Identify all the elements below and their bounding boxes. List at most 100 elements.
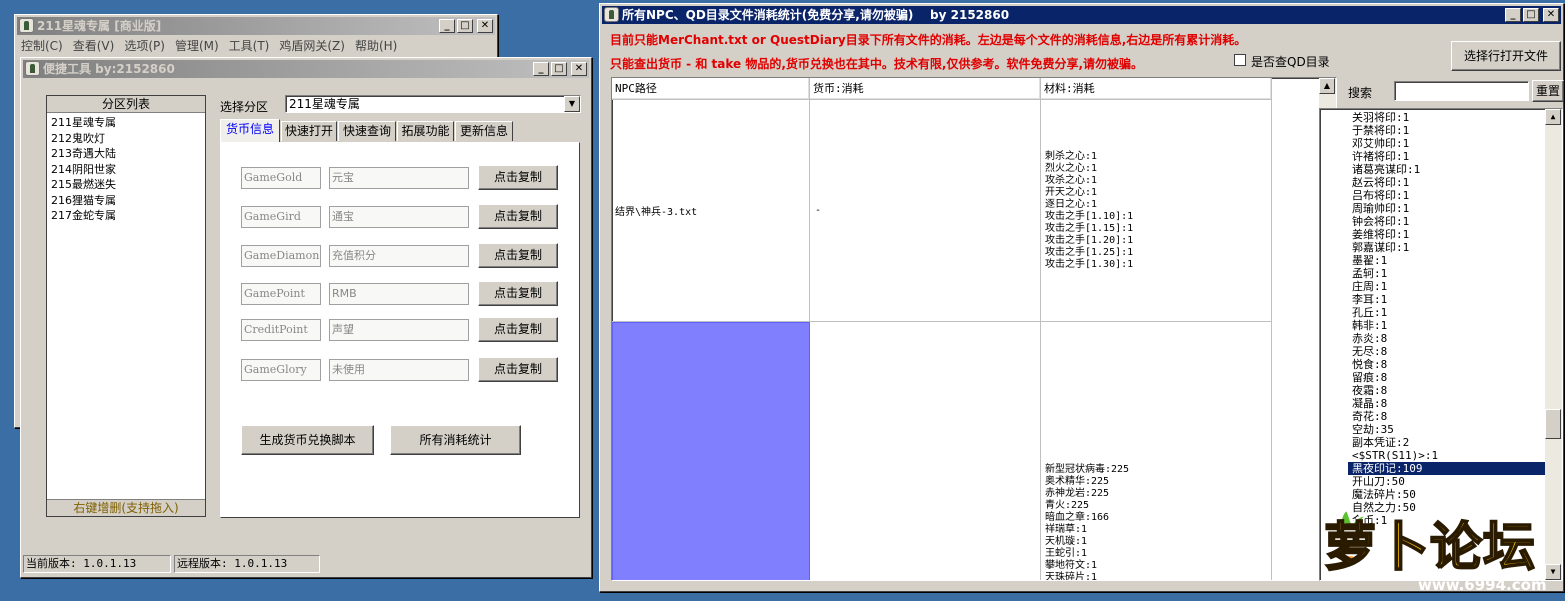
column-header[interactable]: NPC路径: [612, 78, 810, 100]
list-item[interactable]: 诸葛亮谋印:1: [1348, 163, 1546, 176]
list-item[interactable]: 悦食:8: [1348, 358, 1546, 371]
copy-button[interactable]: 点击复制: [478, 281, 558, 306]
currency-field-name[interactable]: 通宝: [329, 206, 469, 228]
open-file-button[interactable]: 选择行打开文件: [1451, 41, 1561, 71]
tab-quick-open[interactable]: 快速打开: [281, 121, 337, 141]
menu-tools[interactable]: 工具(T): [229, 37, 270, 55]
tab-updates[interactable]: 更新信息: [455, 121, 513, 141]
copy-button[interactable]: 点击复制: [478, 357, 558, 382]
partition-select[interactable]: 211星魂专属 ▼: [285, 95, 581, 113]
list-item[interactable]: 韩非:1: [1348, 319, 1546, 332]
currency-field-code[interactable]: GameDiamond: [241, 245, 321, 267]
menu-gateway[interactable]: 鸡盾网关(Z): [279, 37, 345, 55]
list-item[interactable]: 留痕:8: [1348, 371, 1546, 384]
list-item[interactable]: 关羽将印:1: [1348, 111, 1546, 124]
list-item[interactable]: 郭嘉谋印:1: [1348, 241, 1546, 254]
copy-button[interactable]: 点击复制: [478, 165, 558, 190]
minimize-button[interactable]: _: [439, 19, 455, 33]
table-cell-materials[interactable]: 刺杀之心:1 烈火之心:1 攻杀之心:1 开天之心:1 逐日之心:1 攻击之手[…: [1041, 100, 1272, 322]
list-item[interactable]: 孟轲:1: [1348, 267, 1546, 280]
list-item[interactable]: 211星魂专属: [47, 115, 205, 131]
list-item[interactable]: 赤炎:8: [1348, 332, 1546, 345]
list-item[interactable]: 无尽:8: [1348, 345, 1546, 358]
currency-field-code[interactable]: GameGird: [241, 206, 321, 228]
tool-window-titlebar[interactable]: 便捷工具 by:2152860 _ □ ✕: [23, 60, 589, 78]
list-item[interactable]: 216狸猫专属: [47, 193, 205, 209]
currency-field-name[interactable]: RMB: [329, 283, 469, 305]
list-item[interactable]: 夜霜:8: [1348, 384, 1546, 397]
list-item[interactable]: 215最燃迷失: [47, 177, 205, 193]
list-item[interactable]: 墨翟:1: [1348, 254, 1546, 267]
list-item-selected[interactable]: 黑夜印记:109: [1348, 462, 1546, 475]
close-button[interactable]: ✕: [1543, 8, 1559, 22]
list-item[interactable]: 钟会将印:1: [1348, 215, 1546, 228]
menu-options[interactable]: 选项(P): [124, 37, 165, 55]
currency-field-name[interactable]: 充值积分: [329, 245, 469, 267]
currency-field-code[interactable]: GameGlory: [241, 359, 321, 381]
currency-field-name[interactable]: 未使用: [329, 359, 469, 381]
currency-field-code[interactable]: GameGold: [241, 167, 321, 189]
table-cell-materials[interactable]: 新型冠状病毒:225 奥术精华:225 赤神龙岩:225 青火:225 暗血之章…: [1041, 322, 1272, 580]
list-item[interactable]: 赵云将印:1: [1348, 176, 1546, 189]
tab-extensions[interactable]: 拓展功能: [397, 121, 454, 141]
copy-button[interactable]: 点击复制: [478, 243, 558, 268]
table-cell-currency[interactable]: -: [810, 100, 1041, 322]
copy-button[interactable]: 点击复制: [478, 204, 558, 229]
currency-field-name[interactable]: 元宝: [329, 167, 469, 189]
notice-line-1: 目前只能MerChant.txt or QuestDiary目录下所有文件的消耗…: [610, 33, 1247, 47]
search-input[interactable]: [1394, 81, 1529, 101]
list-item[interactable]: 李耳:1: [1348, 293, 1546, 306]
list-item[interactable]: 奇花:8: [1348, 410, 1546, 423]
list-item[interactable]: 孔丘:1: [1348, 306, 1546, 319]
currency-field-code[interactable]: CreditPoint: [241, 319, 321, 341]
menu-manage[interactable]: 管理(M): [175, 37, 219, 55]
list-item[interactable]: 吕布将印:1: [1348, 189, 1546, 202]
minimize-button[interactable]: _: [1505, 8, 1521, 22]
currency-field-name[interactable]: 声望: [329, 319, 469, 341]
stats-window-titlebar[interactable]: 所有NPC、QD目录文件消耗统计(免费分享,请勿被骗) by 2152860 _…: [602, 6, 1561, 24]
chevron-down-icon[interactable]: ▼: [564, 96, 580, 112]
list-item[interactable]: 开山刀:50: [1348, 475, 1546, 488]
scroll-up-icon[interactable]: ▲: [1545, 109, 1561, 125]
tab-quick-query[interactable]: 快速查询: [338, 121, 396, 141]
list-item[interactable]: <$STR(S11)>:1: [1348, 449, 1546, 462]
list-item[interactable]: 副本凭证:2: [1348, 436, 1546, 449]
menu-control[interactable]: 控制(C): [21, 37, 63, 55]
column-header[interactable]: 材料:消耗: [1041, 78, 1272, 100]
menu-bar: 控制(C) 查看(V) 选项(P) 管理(M) 工具(T) 鸡盾网关(Z) 帮助…: [21, 37, 397, 55]
menu-view[interactable]: 查看(V): [73, 37, 115, 55]
tab-currency[interactable]: 货币信息: [220, 119, 280, 142]
list-item[interactable]: 凝晶:8: [1348, 397, 1546, 410]
list-item[interactable]: 217金蛇专属: [47, 208, 205, 224]
maximize-button[interactable]: □: [457, 19, 473, 33]
table-cell-path-selected[interactable]: [612, 322, 810, 580]
list-item[interactable]: 周瑜帅印:1: [1348, 202, 1546, 215]
scroll-thumb[interactable]: [1545, 409, 1561, 439]
maximize-button[interactable]: □: [551, 62, 567, 76]
scroll-up-icon[interactable]: ▲: [1319, 78, 1335, 94]
copy-button[interactable]: 点击复制: [478, 317, 558, 342]
qd-checkbox[interactable]: [1234, 54, 1246, 66]
list-item[interactable]: 许褚将印:1: [1348, 150, 1546, 163]
all-stats-button[interactable]: 所有消耗统计: [390, 425, 521, 455]
list-item[interactable]: 庄周:1: [1348, 280, 1546, 293]
close-button[interactable]: ✕: [571, 62, 587, 76]
column-header[interactable]: 货币:消耗: [810, 78, 1041, 100]
main-window-titlebar[interactable]: 211星魂专属 [商业版] _ □ ✕: [17, 17, 495, 35]
minimize-button[interactable]: _: [533, 62, 549, 76]
close-button[interactable]: ✕: [477, 19, 493, 33]
list-item[interactable]: 于禁将印:1: [1348, 124, 1546, 137]
currency-field-code[interactable]: GamePoint: [241, 283, 321, 305]
reset-button[interactable]: 重置: [1532, 80, 1564, 102]
table-cell-currency[interactable]: [810, 322, 1041, 580]
list-item[interactable]: 212鬼吹灯: [47, 131, 205, 147]
list-item[interactable]: 姜维将印:1: [1348, 228, 1546, 241]
table-cell-path[interactable]: 结界\神兵-3.txt: [612, 100, 810, 322]
list-item[interactable]: 214阴阳世家: [47, 162, 205, 178]
generate-script-button[interactable]: 生成货币兑换脚本: [241, 425, 374, 455]
menu-help[interactable]: 帮助(H): [355, 37, 397, 55]
list-item[interactable]: 213奇遇大陆: [47, 146, 205, 162]
maximize-button[interactable]: □: [1523, 8, 1539, 22]
list-item[interactable]: 邓艾帅印:1: [1348, 137, 1546, 150]
list-item[interactable]: 空劫:35: [1348, 423, 1546, 436]
